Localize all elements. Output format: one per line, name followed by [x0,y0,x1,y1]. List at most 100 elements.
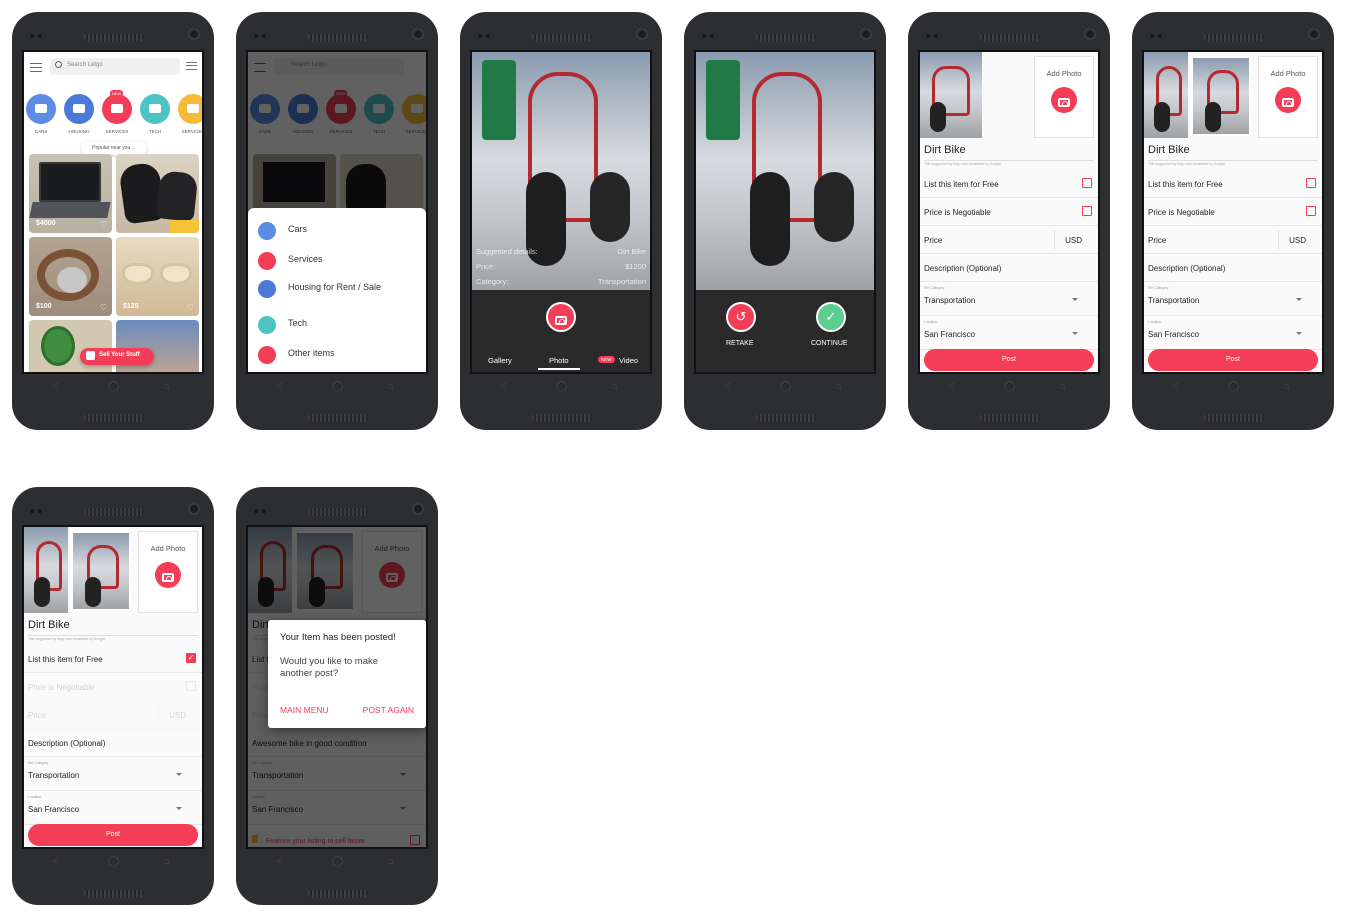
add-photo-button[interactable]: Add Photo [1258,56,1318,138]
location-select[interactable]: Location San Francisco [24,791,202,825]
home-nav-icon[interactable]: ◯ [108,855,119,869]
recents-icon[interactable]: ⌂ [164,855,170,869]
retake-button[interactable]: ↺ [726,302,756,332]
back-icon[interactable]: < [276,380,282,394]
sheet-item-3[interactable]: Tech [258,314,418,338]
heart-icon[interactable]: ♡ [100,220,107,229]
category-cars-button[interactable] [26,94,56,124]
heart-icon[interactable]: ♡ [187,303,194,312]
menu-icon[interactable] [30,63,42,72]
description-field[interactable]: Description (Optional) [920,254,1098,282]
negotiable-checkbox[interactable] [1082,206,1092,216]
recents-icon[interactable]: ⌂ [164,380,170,394]
tab-indicator [538,368,580,370]
free-checkbox[interactable]: ✓ [186,653,196,663]
home-nav-icon[interactable]: ◯ [1004,380,1015,394]
listing-title[interactable]: Dirt Bike [924,144,966,156]
search-input[interactable]: Search Letgo [50,58,180,75]
home-nav-icon[interactable]: ◯ [108,380,119,394]
currency-label[interactable]: USD [169,711,186,720]
sheet-item-2[interactable]: Housing for Rent / Sale [258,278,418,302]
listing-shoes[interactable] [116,154,199,233]
listing-title[interactable]: Dirt Bike [28,619,70,631]
free-row[interactable]: List this item for Free [1144,170,1322,198]
post-button[interactable]: Post [1148,349,1318,371]
back-icon[interactable]: < [52,380,58,394]
photo-thumbnail[interactable] [1191,56,1251,136]
post-button-label: Post [105,831,120,838]
back-icon[interactable]: < [948,380,954,394]
listing-laptop[interactable]: $4000 ♡ [29,154,112,233]
negotiable-checkbox[interactable] [186,681,196,691]
negotiable-row[interactable]: Price is Negotiable [1144,198,1322,226]
home-nav-icon[interactable]: ◯ [332,855,343,869]
home-nav-icon[interactable]: ◯ [780,380,791,394]
currency-label[interactable]: USD [1289,236,1306,245]
back-icon[interactable]: < [276,855,282,869]
photo-thumbnail[interactable] [24,527,68,613]
listing-watermelon[interactable] [29,320,112,372]
negotiable-checkbox[interactable] [1306,206,1316,216]
currency-label[interactable]: USD [1065,236,1082,245]
back-icon[interactable]: < [724,380,730,394]
category-tech-button[interactable] [140,94,170,124]
filter-icon[interactable] [186,62,197,70]
sheet-item-label: Services [288,254,323,264]
recents-icon[interactable]: ⌂ [388,380,394,394]
recents-icon[interactable]: ⌂ [1060,380,1066,394]
description-field[interactable]: Description (Optional) [1144,254,1322,282]
add-photo-button[interactable]: Add Photo [138,531,198,613]
price-row[interactable]: Price USD [920,226,1098,254]
sheet-item-1[interactable]: Services [258,250,418,274]
post-again-button[interactable]: POST AGAIN [363,705,414,715]
category-select[interactable]: Set Category Transportation [1144,282,1322,316]
listing-headphones[interactable]: $100 ♡ [29,237,112,316]
category-select[interactable]: Set Category Transportation [920,282,1098,316]
home-nav-icon[interactable]: ◯ [332,380,343,394]
sheet-item-4[interactable]: Other items [258,344,418,368]
tab-photo[interactable]: Photo [549,356,569,365]
description-field[interactable]: Description (Optional) [24,729,202,757]
heart-icon[interactable]: ♡ [100,303,107,312]
negotiable-row[interactable]: Price is Negotiable [24,673,202,701]
camera-dots [702,34,716,38]
listing-title[interactable]: Dirt Bike [1148,144,1190,156]
home-nav-icon[interactable]: ◯ [556,380,567,394]
recents-icon[interactable]: ⌂ [388,855,394,869]
back-icon[interactable]: < [1172,380,1178,394]
listing-macbook[interactable] [116,320,199,372]
shutter-button[interactable] [546,302,576,332]
recents-icon[interactable]: ⌂ [836,380,842,394]
photo-thumbnail[interactable] [920,52,982,138]
sell-your-stuff-button[interactable]: Sell Your Stuff [80,348,154,365]
tab-video[interactable]: Video [619,356,638,365]
free-row[interactable]: List this item for Free [920,170,1098,198]
category-housing-button[interactable] [64,94,94,124]
photo-thumbnail[interactable] [71,531,131,611]
tab-gallery[interactable]: Gallery [488,356,512,365]
recents-icon[interactable]: ⌂ [1284,380,1290,394]
free-checkbox[interactable] [1082,178,1092,188]
location-select[interactable]: Location San Francisco [1144,316,1322,350]
category-services-button[interactable] [102,94,132,124]
recents-icon[interactable]: ⌂ [612,380,618,394]
price-row[interactable]: Price USD [1144,226,1322,254]
home-nav-icon[interactable]: ◯ [1228,380,1239,394]
location-select[interactable]: Location San Francisco [920,316,1098,350]
price-row[interactable]: Price USD [24,701,202,729]
free-row[interactable]: List this item for Free ✓ [24,645,202,673]
category-services-button[interactable] [178,94,202,124]
main-menu-button[interactable]: MAIN MENU [280,705,329,715]
back-icon[interactable]: < [52,855,58,869]
sheet-item-0[interactable]: Cars [258,220,418,244]
post-button[interactable]: Post [924,349,1094,371]
back-icon[interactable]: < [500,380,506,394]
continue-button[interactable]: ✓ [816,302,846,332]
add-photo-button[interactable]: Add Photo [1034,56,1094,138]
photo-thumbnail[interactable] [1144,52,1188,138]
listing-sunglasses[interactable]: $125 ♡ [116,237,199,316]
post-button[interactable]: Post [28,824,198,846]
free-checkbox[interactable] [1306,178,1316,188]
category-select[interactable]: Set Category Transportation [24,757,202,791]
negotiable-row[interactable]: Price is Negotiable [920,198,1098,226]
